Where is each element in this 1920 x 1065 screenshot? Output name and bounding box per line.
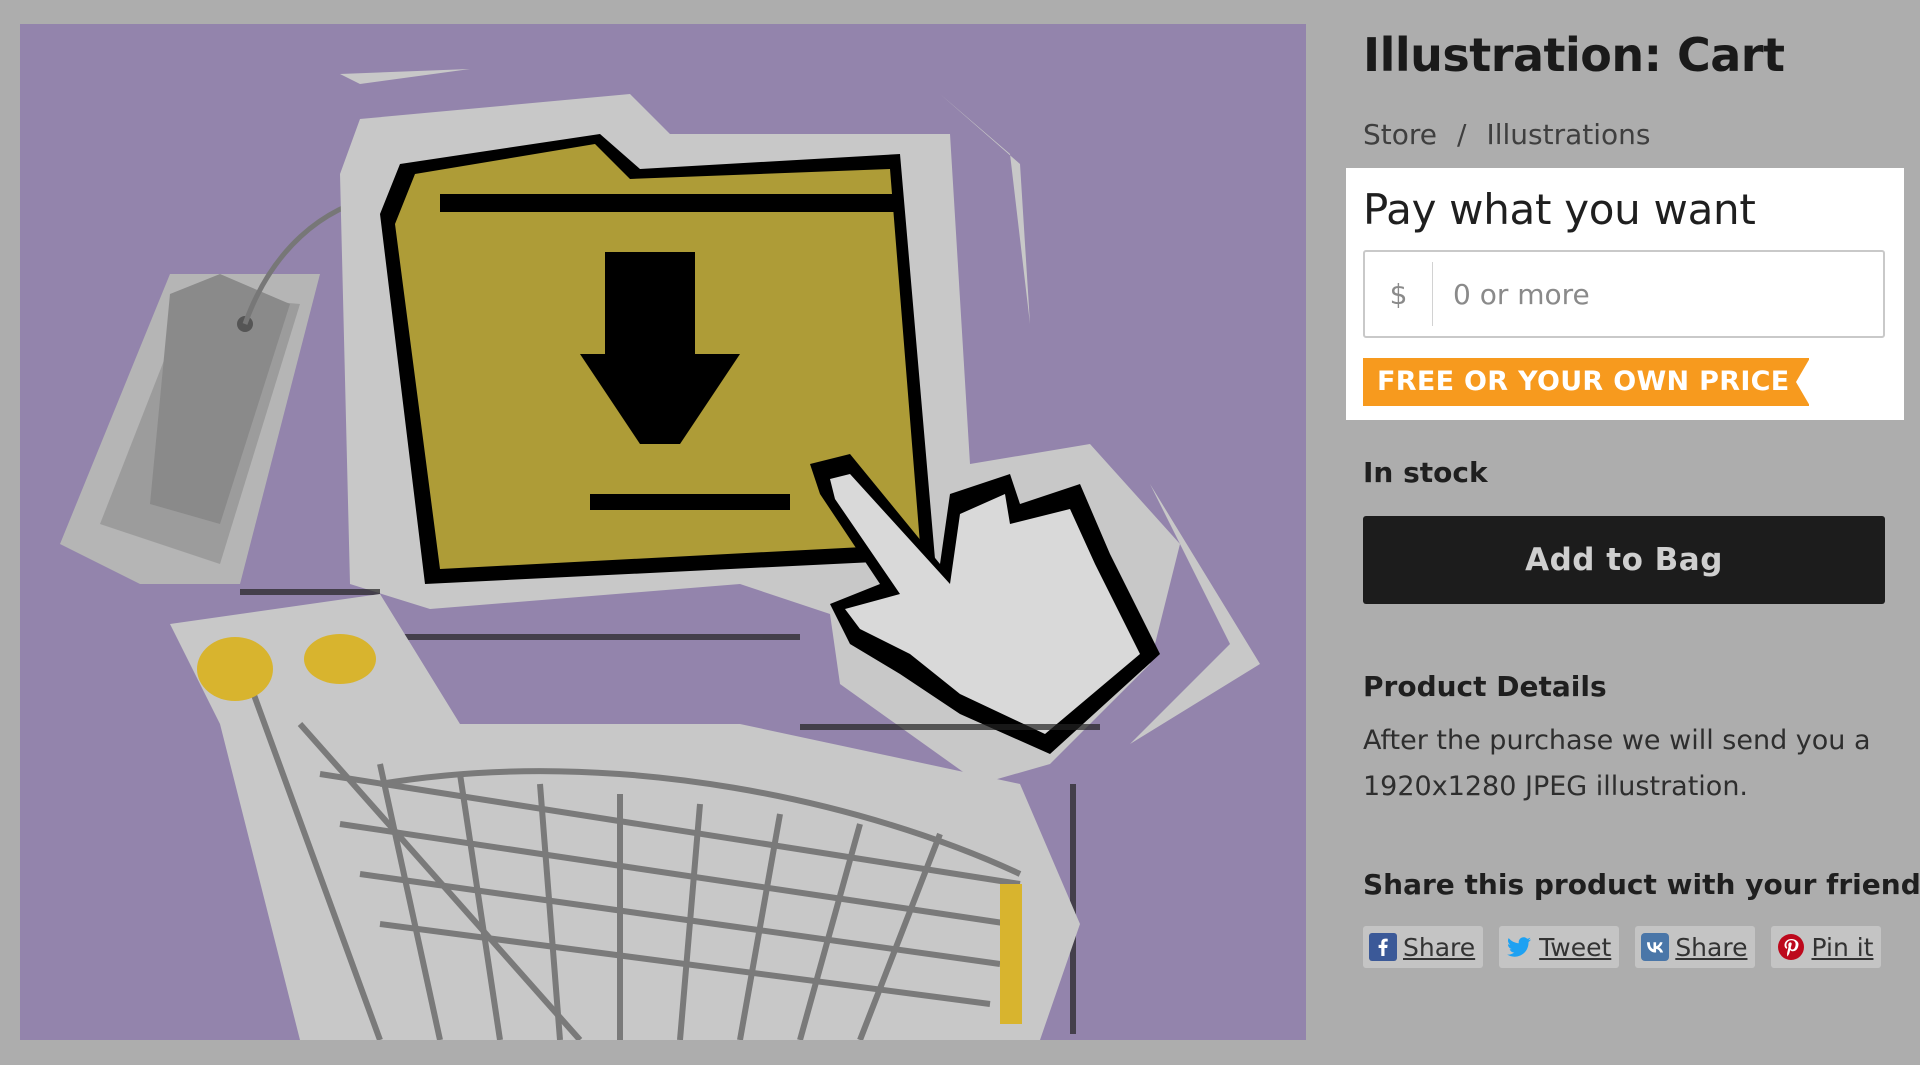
facebook-icon: [1369, 933, 1397, 961]
breadcrumb-separator: /: [1457, 118, 1467, 151]
product-panel: Illustration: Cart Store / Illustrations…: [1346, 24, 1920, 968]
stock-status: In stock: [1363, 456, 1488, 489]
share-heading: Share this product with your friends: [1363, 868, 1920, 901]
twitter-tweet-label: Tweet: [1539, 932, 1612, 962]
free-price-badge: FREE OR YOUR OWN PRICE: [1363, 358, 1810, 406]
product-illustration: [20, 24, 1306, 1040]
product-details-text: After the purchase we will send you a 19…: [1363, 725, 1871, 802]
twitter-tweet-button[interactable]: Tweet: [1499, 926, 1620, 968]
product-image: [20, 24, 1306, 1040]
price-input-group: $: [1363, 250, 1885, 338]
product-details-heading: Product Details: [1363, 670, 1607, 703]
share-buttons: Share Tweet Share Pin it: [1363, 926, 1882, 968]
pinterest-pin-label: Pin it: [1811, 932, 1874, 962]
twitter-icon: [1505, 933, 1533, 961]
pinterest-icon: [1777, 933, 1805, 961]
currency-symbol: $: [1365, 262, 1433, 326]
breadcrumb-illustrations[interactable]: Illustrations: [1486, 118, 1650, 151]
product-title: Illustration: Cart: [1363, 28, 1785, 82]
vk-share-label: Share: [1675, 932, 1748, 962]
facebook-share-button[interactable]: Share: [1363, 926, 1484, 968]
add-to-bag-button[interactable]: Add to Bag: [1363, 516, 1885, 604]
pay-what-you-want-box: Pay what you want $ FREE OR YOUR OWN PRI…: [1346, 168, 1904, 420]
vk-icon: [1641, 933, 1670, 961]
vk-share-button[interactable]: Share: [1635, 926, 1756, 968]
breadcrumb: Store / Illustrations: [1363, 118, 1903, 151]
facebook-share-label: Share: [1403, 932, 1476, 962]
breadcrumb-store[interactable]: Store: [1363, 118, 1437, 151]
pinterest-pin-button[interactable]: Pin it: [1771, 926, 1882, 968]
pay-what-you-want-label: Pay what you want: [1363, 185, 1756, 234]
price-input[interactable]: [1433, 262, 1883, 326]
